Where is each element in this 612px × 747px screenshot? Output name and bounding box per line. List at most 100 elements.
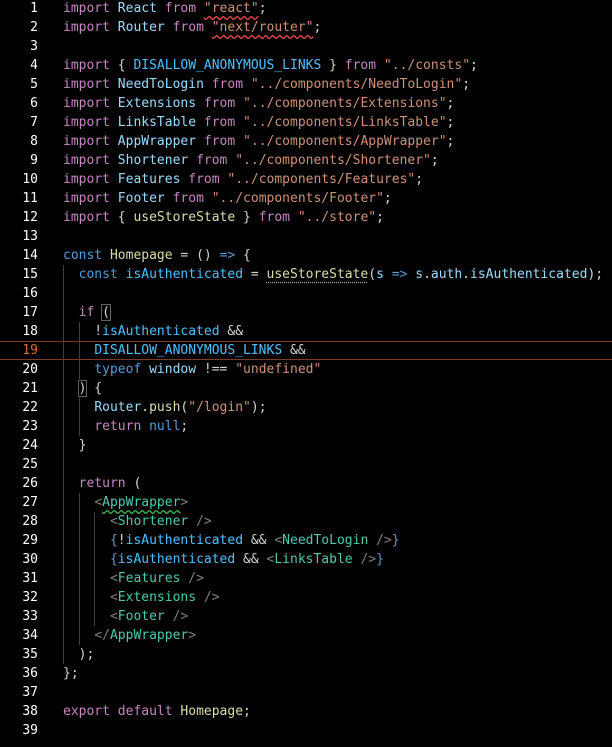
code-line[interactable]: 39: [0, 721, 612, 740]
code-line[interactable]: 13: [0, 227, 612, 246]
code-token: &&: [243, 533, 275, 548]
code-text: import Footer from "../components/Footer…: [63, 189, 392, 208]
line-number: 23: [22, 419, 38, 434]
code-token: );: [587, 267, 604, 282]
code-line[interactable]: 30 {isAuthenticated && <LinksTable />}: [0, 550, 612, 569]
code-line[interactable]: 20 typeof window !== "undefined": [0, 360, 612, 379]
code-line[interactable]: 5 import NeedToLogin from "../components/…: [0, 75, 612, 94]
line-number: 11: [22, 191, 38, 206]
code-line[interactable]: 25: [0, 455, 612, 474]
code-line[interactable]: 22 Router.push("/login");: [0, 398, 612, 417]
code-line[interactable]: 38 export default Homepage;: [0, 702, 612, 721]
code-line[interactable]: 31 <Features />: [0, 569, 612, 588]
code-text: import Extensions from "../components/Ex…: [63, 94, 454, 113]
code-line[interactable]: 8 import AppWrapper from "../components/A…: [0, 132, 612, 151]
code-token: (: [368, 267, 377, 282]
line-number: 20: [22, 362, 38, 377]
code-line[interactable]: 9 import Shortener from "../components/Sh…: [0, 151, 612, 170]
code-line[interactable]: 32 <Extensions />: [0, 588, 612, 607]
code-text: import { DISALLOW_ANONYMOUS_LINKS } from…: [63, 56, 478, 75]
code-text: typeof window !== "undefined": [63, 360, 321, 379]
code-line[interactable]: 2 import Router from "next/router";: [0, 18, 612, 37]
indent-guide: [78, 322, 80, 379]
code-line[interactable]: 16: [0, 284, 612, 303]
code-token: "../components/Footer": [211, 191, 384, 206]
code-token: />: [172, 609, 189, 624]
code-text: return (: [63, 474, 142, 493]
code-token: {: [109, 533, 118, 548]
line-number: 22: [22, 400, 38, 415]
line-number: 32: [22, 590, 38, 605]
code-token: "../components/LinksTable": [243, 115, 447, 130]
code-token: />: [188, 571, 204, 586]
code-token: !: [63, 324, 103, 339]
code-line[interactable]: 28 <Shortener />: [0, 512, 612, 531]
code-editor[interactable]: 1 import React from "react"; 2 import Route…: [0, 0, 612, 747]
indent-guide: [63, 265, 64, 664]
code-text: import Shortener from "../components/Sho…: [63, 151, 439, 170]
code-token: .: [141, 400, 150, 415]
code-text: import { useStoreState } from "../store"…: [63, 208, 384, 227]
code-line[interactable]: 7 import LinksTable from "../components/L…: [0, 113, 612, 132]
code-line[interactable]: 10 import Features from "../components/Fe…: [0, 170, 612, 189]
code-line[interactable]: 36};: [0, 664, 612, 683]
code-token: auth: [430, 267, 463, 282]
code-text: if (: [63, 303, 111, 322]
code-line[interactable]: 3: [0, 37, 612, 56]
code-token: LinksTable: [274, 552, 353, 567]
code-line[interactable]: 23 return null;: [0, 417, 612, 436]
code-line[interactable]: 6 import Extensions from "../components/E…: [0, 94, 612, 113]
code-token: from: [203, 96, 236, 111]
line-number: 31: [22, 571, 38, 586]
code-line[interactable]: 26 return (: [0, 474, 612, 493]
line-number: 33: [22, 609, 38, 624]
code-token: ;: [430, 153, 439, 168]
code-line[interactable]: 35 );: [0, 645, 612, 664]
code-text: <AppWrapper>: [63, 493, 188, 512]
code-token: Shortener: [117, 514, 189, 529]
code-token: =: [243, 267, 267, 282]
line-number: 16: [22, 286, 38, 301]
code-token: import: [63, 172, 110, 187]
code-text: <Shortener />: [63, 512, 212, 531]
code-line[interactable]: 19 DISALLOW_ANONYMOUS_LINKS &&: [0, 341, 612, 360]
code-line[interactable]: 18 !isAuthenticated &&: [0, 322, 612, 341]
code-line[interactable]: 34 </AppWrapper>: [0, 626, 612, 645]
code-token: {: [109, 58, 134, 73]
code-token: from: [172, 191, 204, 206]
code-line[interactable]: 12 import { useStoreState } from "../stor…: [0, 208, 612, 227]
code-line[interactable]: 29 {!isAuthenticated && <NeedToLogin />}: [0, 531, 612, 550]
code-text: import LinksTable from "../components/Li…: [63, 113, 454, 132]
code-line[interactable]: 1 import React from "react";: [0, 0, 612, 18]
code-token: &&: [235, 552, 267, 567]
code-token: import: [63, 20, 110, 35]
indent-guide: [94, 512, 96, 626]
code-line[interactable]: 37: [0, 683, 612, 702]
code-text: <Footer />: [63, 607, 188, 626]
code-line[interactable]: 15 const isAuthenticated = useStoreState…: [0, 265, 612, 284]
code-line[interactable]: 17 if (: [0, 303, 612, 322]
code-token: Features: [117, 571, 181, 586]
line-number: 6: [30, 96, 38, 111]
code-line[interactable]: 21 ) {: [0, 379, 612, 398]
code-line[interactable]: 11 import Footer from "../components/Foot…: [0, 189, 612, 208]
code-line[interactable]: 24 }: [0, 436, 612, 455]
code-line[interactable]: 27 <AppWrapper>: [0, 493, 612, 512]
code-line[interactable]: 33 <Footer />: [0, 607, 612, 626]
code-line[interactable]: 14 const Homepage = () => {: [0, 246, 612, 265]
code-line[interactable]: 4 import { DISALLOW_ANONYMOUS_LINKS } fro…: [0, 56, 612, 75]
code-token: import: [63, 96, 110, 111]
